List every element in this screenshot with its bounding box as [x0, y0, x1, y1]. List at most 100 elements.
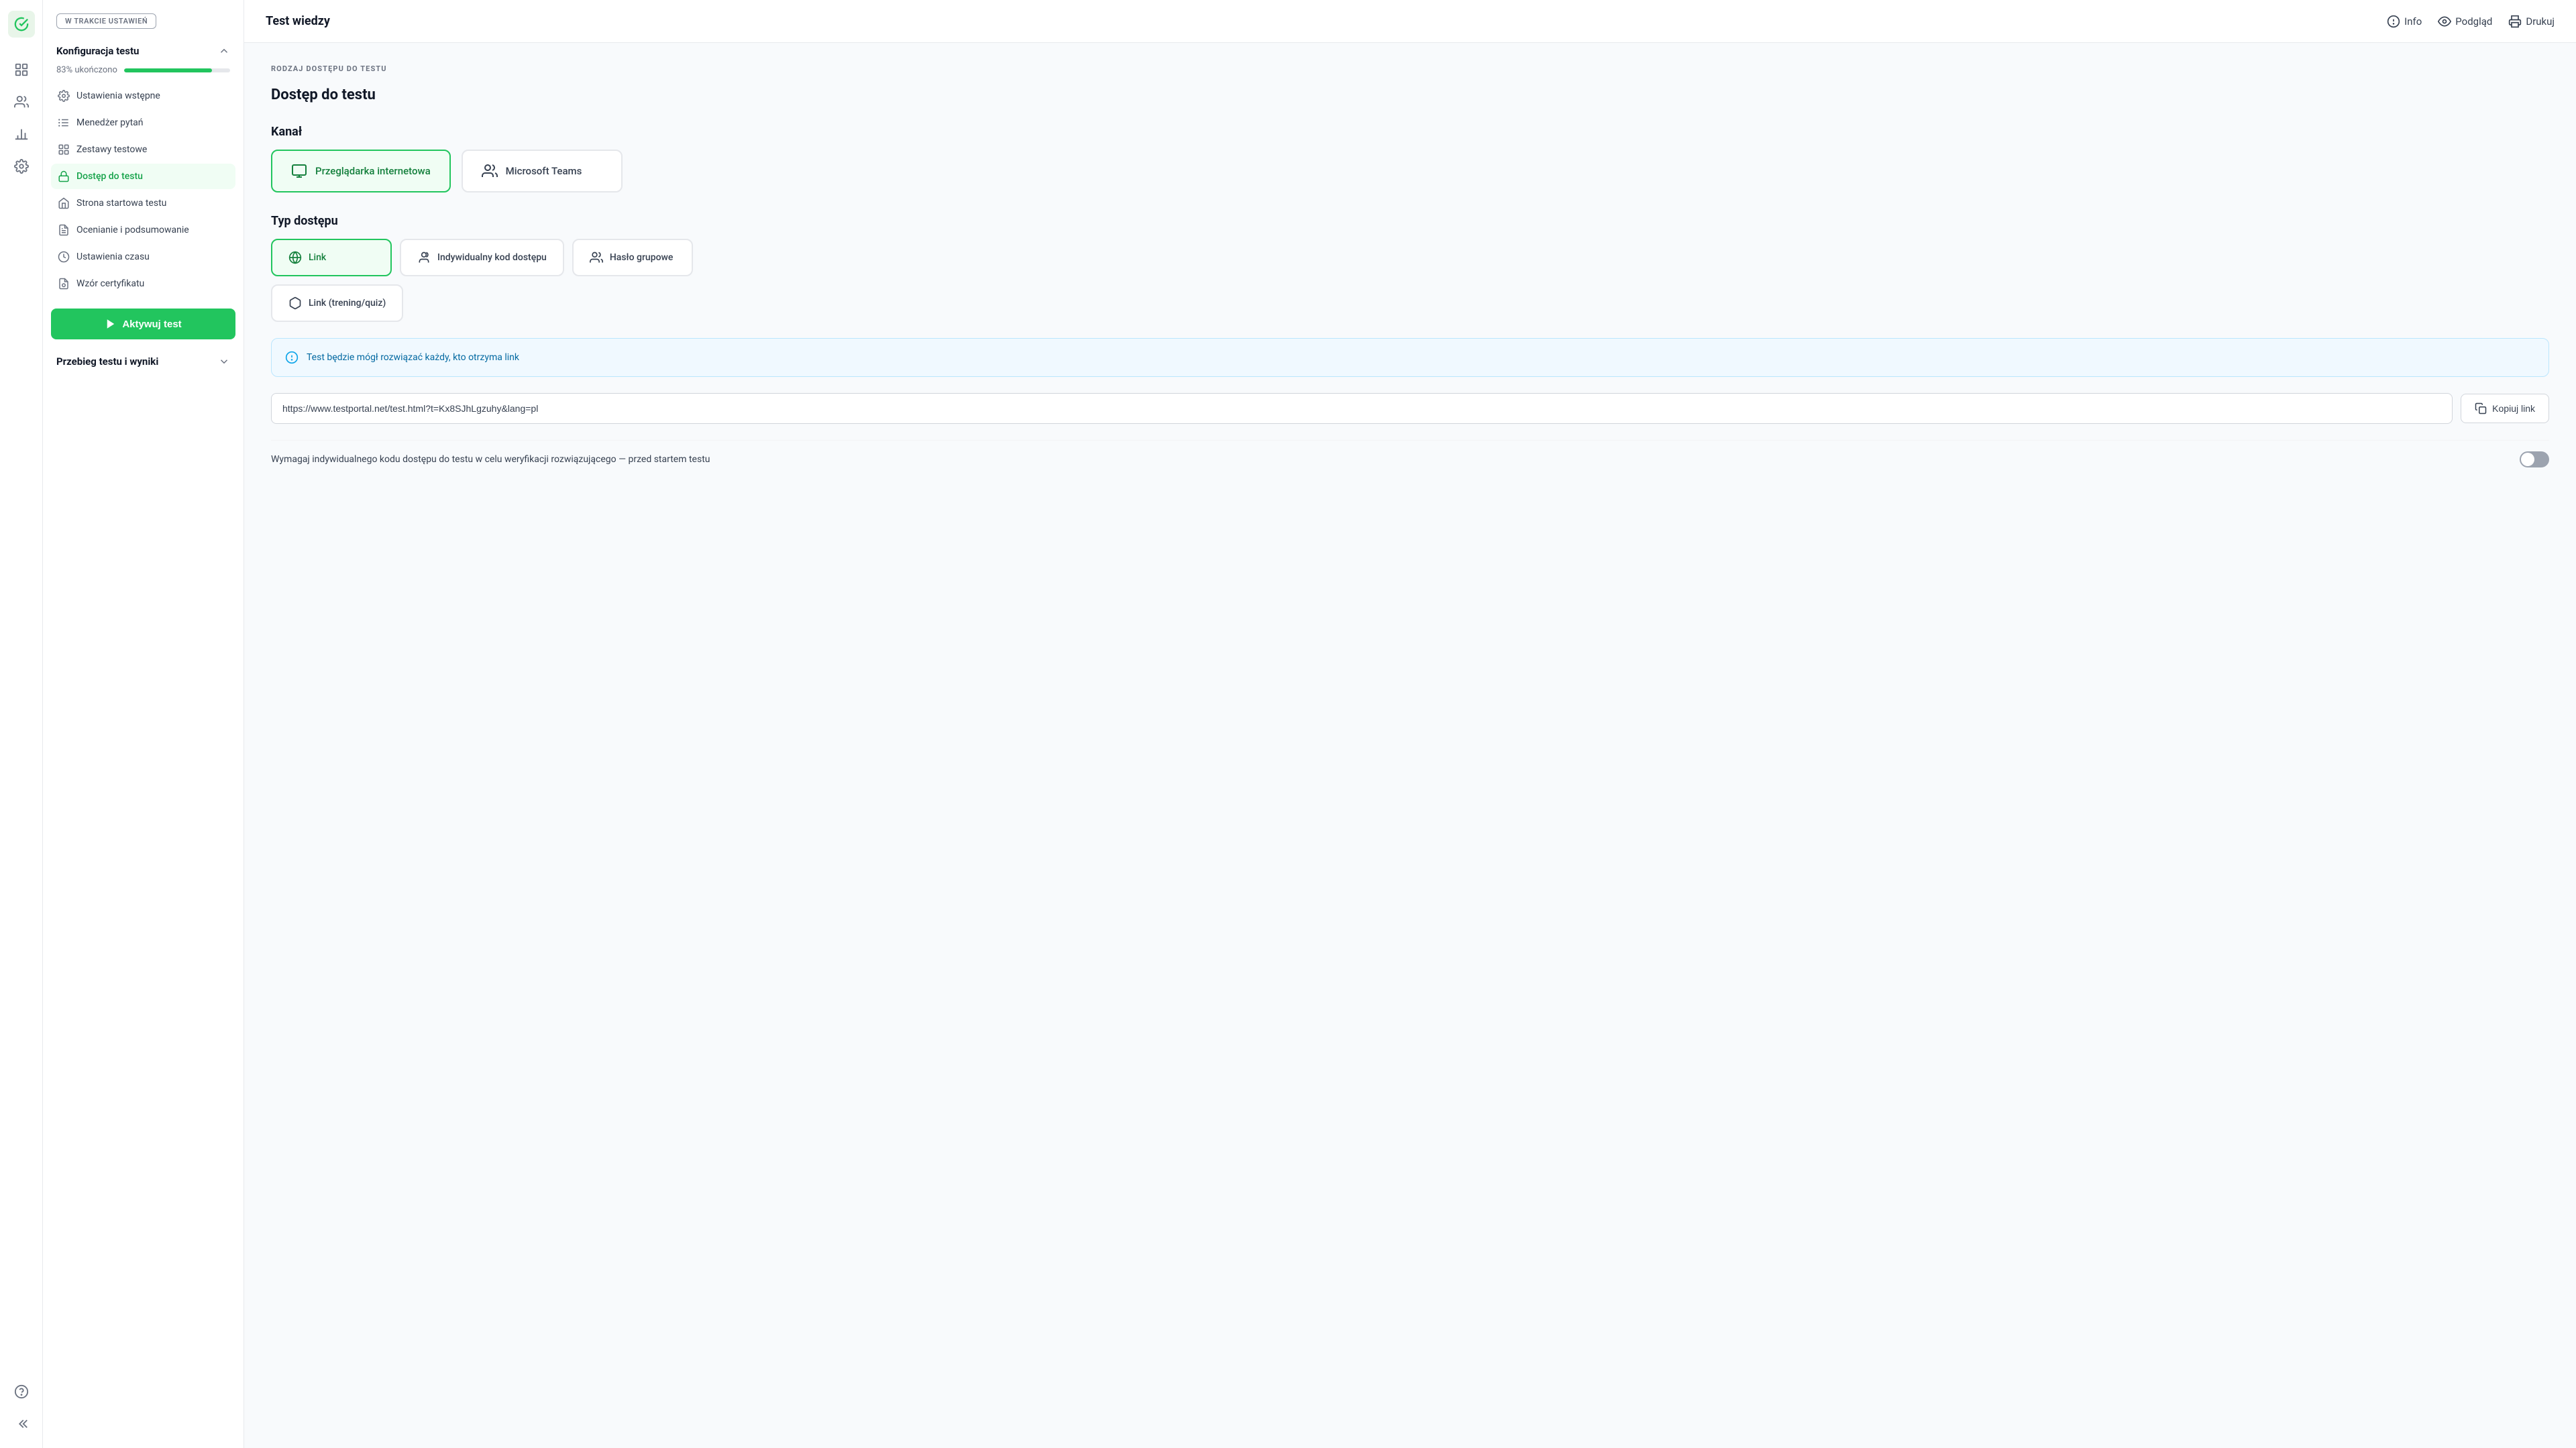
- training-link-icon: [288, 296, 302, 310]
- sidebar-item-strona[interactable]: Strona startowa testu: [51, 190, 235, 216]
- info-box-text: Test będzie mógł rozwiązać każdy, kto ot…: [307, 352, 519, 363]
- link-icon: [288, 251, 302, 264]
- info-box: Test będzie mógł rozwiązać każdy, kto ot…: [271, 338, 2549, 377]
- back-nav-icon[interactable]: [8, 1410, 35, 1437]
- grid-nav-icon[interactable]: [8, 56, 35, 83]
- access-individual[interactable]: Indywidualny kod dostępu: [400, 239, 564, 276]
- sidebar-item-zestawy[interactable]: Zestawy testowe: [51, 137, 235, 162]
- info-label: Info: [2404, 15, 2422, 27]
- print-icon: [2508, 15, 2522, 28]
- questions-icon: [58, 117, 70, 129]
- main-wrapper: Test wiedzy Info Podgląd: [244, 0, 2576, 1448]
- access-link[interactable]: Link: [271, 239, 392, 276]
- section2-title: Przebieg testu i wyniki: [56, 355, 158, 368]
- sidebar-item-ocenianie[interactable]: Ocenianie i podsumowanie: [51, 217, 235, 243]
- sidebar-header: W TRAKCIE USTAWIEŃ: [43, 0, 244, 40]
- chevron-down-icon: [218, 355, 230, 368]
- url-input[interactable]: [271, 393, 2453, 424]
- progress-bar-fill: [124, 68, 212, 72]
- sidebar-item-wzor[interactable]: Wzór certyfikatu: [51, 271, 235, 296]
- icon-rail: [0, 0, 43, 1448]
- section2-header[interactable]: Przebieg testu i wyniki: [51, 350, 235, 373]
- settings-nav-icon[interactable]: [8, 153, 35, 180]
- topbar: Test wiedzy Info Podgląd: [244, 0, 2576, 43]
- channel-row: Przeglądarka internetowa Microsoft Teams: [271, 150, 2549, 192]
- topbar-actions: Info Podgląd Drukuj: [2387, 15, 2555, 28]
- sidebar-item-label: Zestawy testowe: [76, 144, 147, 155]
- toggle-label: Wymagaj indywidualnego kodu dostępu do t…: [271, 454, 710, 465]
- access-individual-label: Indywidualny kod dostępu: [437, 252, 547, 263]
- info-button[interactable]: Info: [2387, 15, 2422, 28]
- access-type-grid2: Link (trening/quiz): [271, 284, 2549, 322]
- access-training-label: Link (trening/quiz): [309, 298, 386, 309]
- sidebar-item-label: Wzór certyfikatu: [76, 278, 144, 289]
- channel-teams[interactable]: Microsoft Teams: [462, 150, 623, 192]
- time-icon: [58, 251, 70, 263]
- sidebar-item-label: Dostęp do testu: [76, 171, 143, 182]
- access-password-label: Hasło grupowe: [610, 252, 674, 263]
- content-title: Dostęp do testu: [271, 87, 2549, 103]
- toggle-knob: [2521, 453, 2534, 466]
- access-type-grid: Link Indywidualny kod dostępu Hasło grup…: [271, 239, 2549, 276]
- copy-btn-label: Kopiuj link: [2492, 403, 2535, 414]
- section-label: RODZAJ DOSTĘPU DO TESTU: [271, 64, 2549, 73]
- group-password-icon: [590, 251, 603, 264]
- channel-browser[interactable]: Przeglądarka internetowa: [271, 150, 451, 192]
- sidebar-item-ustawienia[interactable]: Ustawienia wstępne: [51, 83, 235, 109]
- sets-icon: [58, 144, 70, 156]
- main-content: RODZAJ DOSTĘPU DO TESTU Dostęp do testu …: [244, 43, 2576, 1448]
- page-title: Test wiedzy: [266, 14, 330, 28]
- progress-label: 83% ukończono: [56, 65, 117, 75]
- activate-btn-label: Aktywuj test: [122, 319, 181, 330]
- info-icon: [2387, 15, 2400, 28]
- sidebar-item-label: Ocenianie i podsumowanie: [76, 225, 189, 235]
- activate-button[interactable]: Aktywuj test: [51, 309, 235, 339]
- print-label: Drukuj: [2526, 15, 2555, 27]
- chart-nav-icon[interactable]: [8, 121, 35, 148]
- print-button[interactable]: Drukuj: [2508, 15, 2555, 28]
- channel-title: Kanał: [271, 125, 2549, 139]
- sidebar-section-config: Konfiguracja testu 83% ukończono Ustawie…: [43, 40, 244, 298]
- individual-code-icon: [417, 251, 431, 264]
- help-nav-icon[interactable]: [8, 1378, 35, 1405]
- sidebar-item-menedzer[interactable]: Menedżer pytań: [51, 110, 235, 135]
- certificate-icon: [58, 278, 70, 290]
- settings-icon: [58, 90, 70, 102]
- progress-row: 83% ukończono: [51, 62, 235, 83]
- teams-icon: [482, 163, 498, 179]
- preview-label: Podgląd: [2455, 15, 2492, 27]
- access-password[interactable]: Hasło grupowe: [572, 239, 693, 276]
- preview-button[interactable]: Podgląd: [2438, 15, 2492, 28]
- url-row: Kopiuj link: [271, 393, 2549, 424]
- sidebar-item-label: Ustawienia czasu: [76, 252, 150, 262]
- status-badge: W TRAKCIE USTAWIEŃ: [56, 13, 156, 29]
- toggle-switch[interactable]: [2520, 451, 2549, 467]
- info-circle-icon: [285, 351, 299, 364]
- sidebar-item-label: Ustawienia wstępne: [76, 91, 160, 101]
- channel-browser-label: Przeglądarka internetowa: [315, 165, 431, 177]
- users-nav-icon[interactable]: [8, 89, 35, 115]
- section-config-title: Konfiguracja testu: [56, 45, 139, 57]
- sidebar-item-label: Strona startowa testu: [76, 198, 166, 209]
- sidebar-item-dostep[interactable]: Dostęp do testu: [51, 164, 235, 189]
- progress-bar-bg: [124, 68, 230, 72]
- preview-icon: [2438, 15, 2451, 28]
- play-icon: [105, 318, 117, 330]
- copy-link-button[interactable]: Kopiuj link: [2461, 394, 2549, 423]
- section-config-header[interactable]: Konfiguracja testu: [51, 40, 235, 62]
- copy-icon: [2475, 402, 2487, 414]
- sidebar: W TRAKCIE USTAWIEŃ Konfiguracja testu 83…: [43, 0, 244, 1448]
- access-training[interactable]: Link (trening/quiz): [271, 284, 403, 322]
- sidebar-item-czas[interactable]: Ustawienia czasu: [51, 244, 235, 270]
- chevron-up-icon: [218, 45, 230, 57]
- sidebar-item-label: Menedżer pytań: [76, 117, 144, 128]
- access-type-title: Typ dostępu: [271, 214, 2549, 228]
- logo-icon[interactable]: [8, 11, 35, 38]
- grading-icon: [58, 224, 70, 236]
- channel-teams-label: Microsoft Teams: [506, 165, 582, 177]
- access-link-label: Link: [309, 252, 326, 263]
- sidebar-section2: Przebieg testu i wyniki: [43, 350, 244, 381]
- start-page-icon: [58, 197, 70, 209]
- browser-icon: [291, 163, 307, 179]
- access-icon: [58, 170, 70, 182]
